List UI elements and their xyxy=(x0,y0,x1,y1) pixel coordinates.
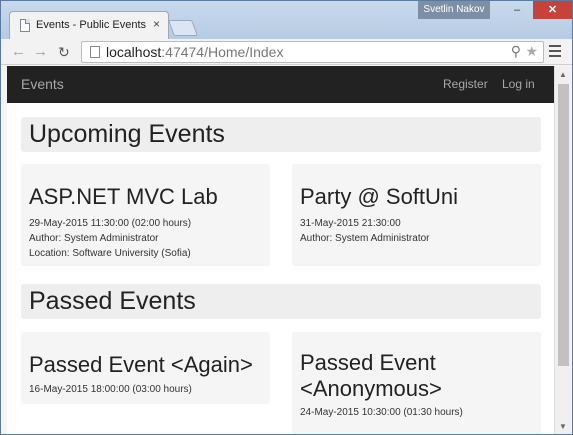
back-arrow-icon[interactable]: ← xyxy=(11,43,26,61)
browser-window: Events - Public Events × Svetlin Nakov –… xyxy=(0,0,573,435)
page-viewport: Events Register Log in Upcoming Events A… xyxy=(7,66,554,434)
event-title[interactable]: ASP.NET MVC Lab xyxy=(29,184,218,210)
passed-events-title: Passed Events xyxy=(29,287,196,315)
page-icon xyxy=(20,19,30,32)
event-details: 29-May-2015 11:30:00 (02:00 hours) Autho… xyxy=(29,216,191,261)
site-navbar: Events Register Log in xyxy=(7,66,554,103)
scroll-down-arrow-icon[interactable]: ▼ xyxy=(559,422,567,431)
register-link[interactable]: Register xyxy=(443,77,488,91)
event-card: Party @ SoftUni 31-May-2015 21:30:00 Aut… xyxy=(292,164,541,266)
url-host: localhost xyxy=(106,44,162,60)
scroll-up-arrow-icon[interactable]: ▲ xyxy=(559,70,567,79)
browser-toolbar: ← → ↻ localhost:47474/Home/Index ⚲ ★ xyxy=(1,39,572,65)
url-path: :47474/Home/Index xyxy=(161,44,284,60)
profile-name-badge[interactable]: Svetlin Nakov xyxy=(418,1,490,19)
event-details: 31-May-2015 21:30:00 Author: System Admi… xyxy=(300,216,430,246)
minimize-button[interactable]: – xyxy=(505,1,529,19)
event-title-line-1: Passed Event xyxy=(300,350,436,375)
event-date: 29-May-2015 11:30:00 (02:00 hours) xyxy=(29,218,192,229)
reload-icon[interactable]: ↻ xyxy=(58,43,70,61)
event-title[interactable]: Passed Event <Anonymous> xyxy=(300,350,442,402)
event-details: 16-May-2015 18:00:00 (03:00 hours) xyxy=(29,382,192,397)
page-icon xyxy=(90,46,100,58)
event-title[interactable]: Party @ SoftUni xyxy=(300,184,458,210)
forward-arrow-icon[interactable]: → xyxy=(33,43,48,61)
vertical-scrollbar[interactable]: ▲ ▼ xyxy=(554,66,571,434)
event-title-line-2: <Anonymous> xyxy=(300,376,442,401)
brand-link[interactable]: Events xyxy=(21,76,64,92)
event-card: Passed Event <Again> 16-May-2015 18:00:0… xyxy=(21,332,270,404)
event-details: 24-May-2015 10:30:00 (01:30 hours) xyxy=(300,405,463,420)
passed-events-header: Passed Events xyxy=(21,284,541,319)
browser-tab[interactable]: Events - Public Events × xyxy=(9,11,169,39)
upcoming-events-header: Upcoming Events xyxy=(21,117,541,152)
new-tab-button[interactable] xyxy=(168,20,198,36)
scrollbar-thumb[interactable] xyxy=(558,84,569,366)
event-card: ASP.NET MVC Lab 29-May-2015 11:30:00 (02… xyxy=(21,164,270,266)
close-window-button[interactable]: ✕ xyxy=(533,1,572,19)
menu-icon[interactable] xyxy=(549,45,561,60)
event-card: Passed Event <Anonymous> 24-May-2015 10:3… xyxy=(292,332,541,434)
event-title[interactable]: Passed Event <Again> xyxy=(29,352,253,378)
address-bar[interactable]: localhost:47474/Home/Index ⚲ ★ xyxy=(81,41,544,63)
url-text[interactable]: localhost:47474/Home/Index xyxy=(106,44,283,60)
bookmark-star-icon[interactable]: ★ xyxy=(525,43,538,60)
event-author: Author: System Administrator xyxy=(300,233,430,244)
tab-close-icon[interactable]: × xyxy=(153,17,160,31)
search-icon[interactable]: ⚲ xyxy=(511,43,521,60)
event-date: 16-May-2015 18:00:00 (03:00 hours) xyxy=(29,384,192,395)
upcoming-events-title: Upcoming Events xyxy=(29,120,225,148)
login-link[interactable]: Log in xyxy=(502,77,535,91)
event-date: 24-May-2015 10:30:00 (01:30 hours) xyxy=(300,407,463,418)
title-bar: Events - Public Events × Svetlin Nakov –… xyxy=(1,1,572,39)
tab-title: Events - Public Events xyxy=(36,19,147,31)
event-location: Location: Software University (Sofia) xyxy=(29,248,191,259)
event-date: 31-May-2015 21:30:00 xyxy=(300,218,401,229)
event-author: Author: System Administrator xyxy=(29,233,159,244)
